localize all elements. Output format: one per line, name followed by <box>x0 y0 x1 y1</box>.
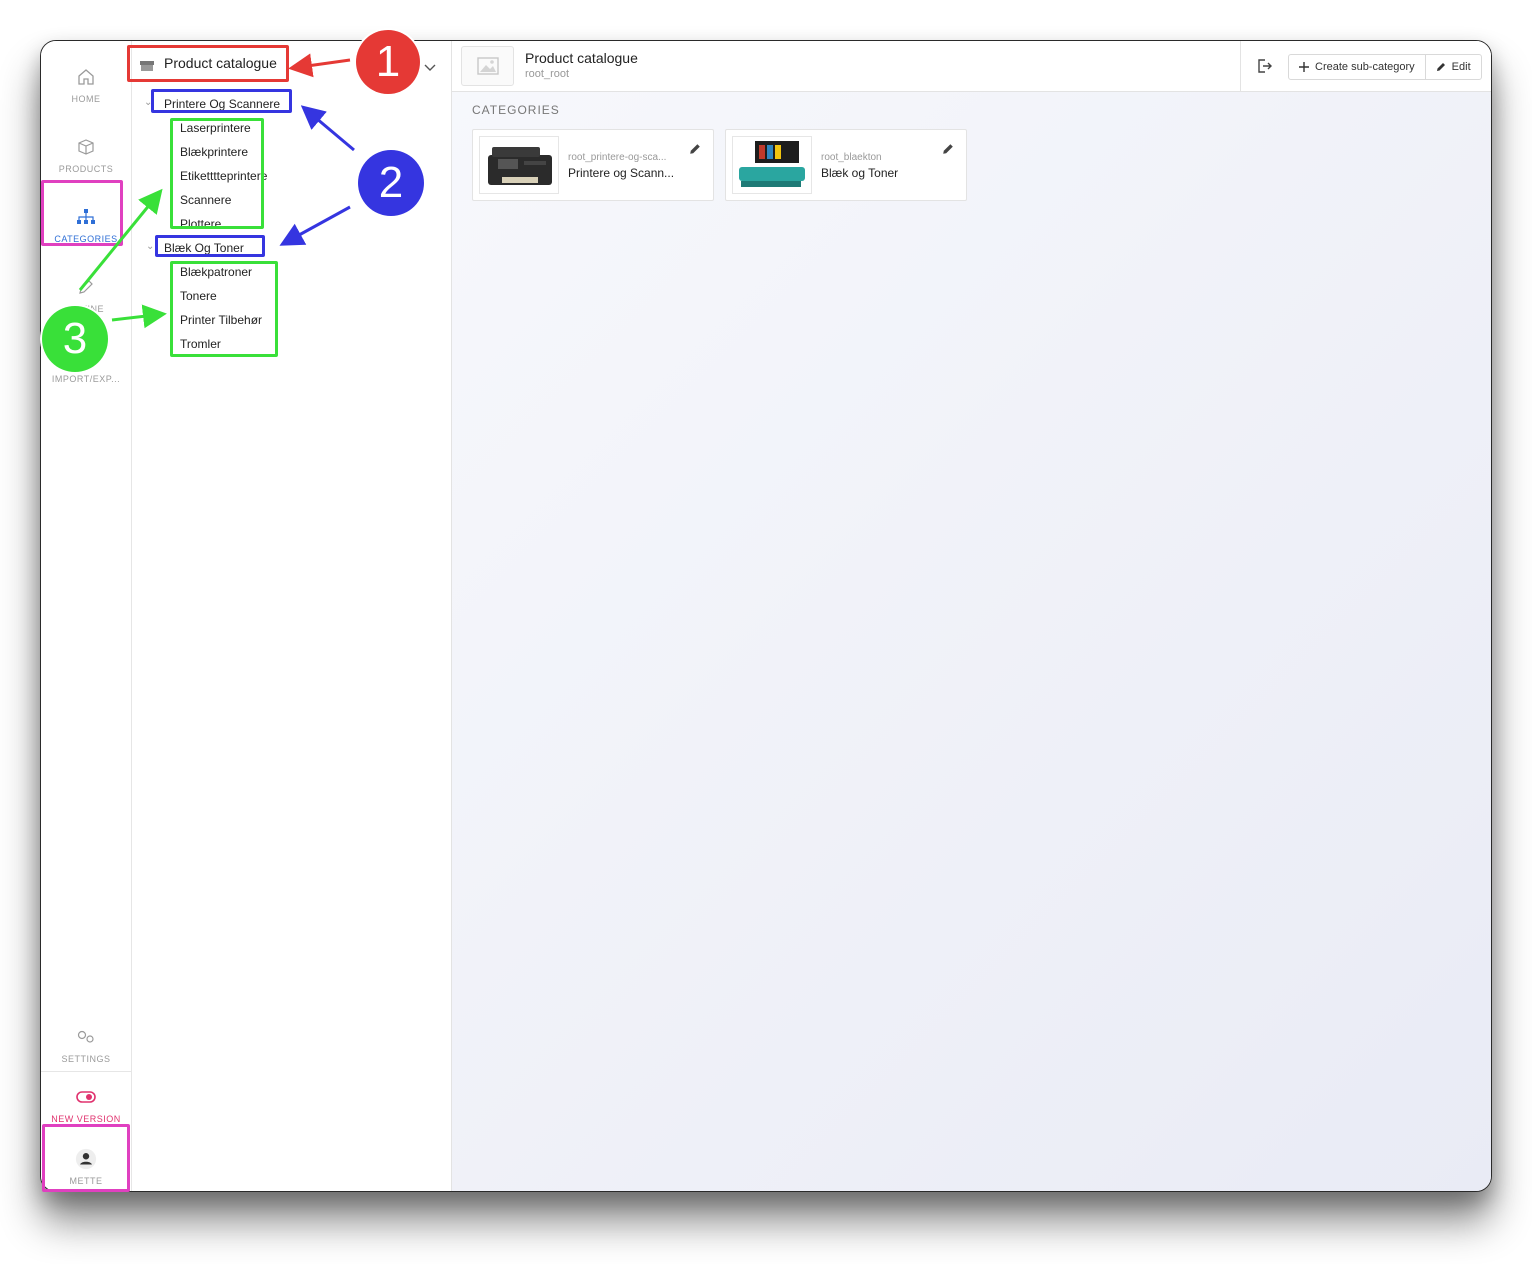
main-content: Product catalogue root_root Create sub-c… <box>452 41 1491 1191</box>
left-rail: HOME PRODUCTS CATEGORIES DEFINE IMPORT/E… <box>41 41 132 1191</box>
plus-icon <box>1299 62 1309 72</box>
rail-define-label: DEFINE <box>67 304 104 314</box>
rail-products-label: PRODUCTS <box>58 164 114 174</box>
category-card[interactable]: root_blaekton Blæk og Toner <box>725 129 967 201</box>
printer-thumbnail <box>479 136 559 194</box>
tree-item[interactable]: Plottere <box>180 217 221 231</box>
card-name: Printere og Scann... <box>568 166 675 180</box>
pencil-icon <box>1436 62 1446 72</box>
image-placeholder <box>461 46 514 86</box>
app-window: HOME PRODUCTS CATEGORIES DEFINE IMPORT/E… <box>40 40 1492 1192</box>
edit-label: Edit <box>1451 61 1471 73</box>
rail-settings[interactable]: SETTINGS <box>41 1013 131 1077</box>
tree-item[interactable]: Etiketttteprintere <box>180 169 267 183</box>
rail-user[interactable]: METTE <box>41 1135 131 1191</box>
tree-item[interactable]: Blækprintere <box>180 145 248 159</box>
tree-root[interactable]: Product catalogue <box>140 55 277 71</box>
create-sub-category-label: Create sub-category <box>1315 61 1415 73</box>
create-sub-category-button[interactable]: Create sub-category <box>1289 55 1425 79</box>
card-code: root_printere-og-sca... <box>568 152 667 163</box>
sign-out-icon <box>1258 59 1272 73</box>
rail-home[interactable]: HOME <box>41 53 131 117</box>
tree-item[interactable]: Printer Tilbehør <box>180 313 262 327</box>
pencil-ruler-icon <box>75 276 97 298</box>
tree-item[interactable]: Tonere <box>180 289 217 303</box>
tree-item[interactable]: Laserprintere <box>180 121 251 135</box>
edit-pencil-icon[interactable] <box>942 142 954 160</box>
rail-categories-label: CATEGORIES <box>54 234 118 244</box>
tree-item[interactable]: Tromler <box>180 337 221 351</box>
home-icon <box>75 66 97 88</box>
card-code: root_blaekton <box>821 152 882 163</box>
gears-icon <box>75 1026 97 1048</box>
toggle-icon <box>75 1086 97 1108</box>
rail-new-version[interactable]: NEW VERSION <box>41 1073 131 1137</box>
rail-home-label: HOME <box>71 94 101 104</box>
rail-user-label: METTE <box>69 1176 103 1186</box>
tree-item[interactable]: Scannere <box>180 193 231 207</box>
rail-settings-label: SETTINGS <box>61 1054 111 1064</box>
box-icon <box>75 136 97 158</box>
edit-button[interactable]: Edit <box>1424 55 1481 79</box>
caret-down-icon[interactable]: ⌄ <box>146 241 154 252</box>
chevron-down-icon[interactable] <box>424 59 436 77</box>
toner-thumbnail <box>732 136 812 194</box>
card-name: Blæk og Toner <box>821 166 899 180</box>
caret-down-icon[interactable]: ⌄ <box>144 97 152 108</box>
rail-define[interactable]: DEFINE <box>41 263 131 327</box>
tree-group-printere[interactable]: Printere Og Scannere <box>164 97 280 111</box>
sitemap-icon <box>75 206 97 228</box>
page-title: Product catalogue <box>525 50 638 66</box>
tree-item[interactable]: Blækpatroner <box>180 265 252 279</box>
header-actions: Create sub-category Edit <box>1288 54 1482 80</box>
tree-root-label: Product catalogue <box>164 55 277 71</box>
rail-categories[interactable]: CATEGORIES <box>41 193 131 257</box>
category-card[interactable]: root_printere-og-sca... Printere og Scan… <box>472 129 714 201</box>
import-export-icon <box>75 346 97 368</box>
avatar-icon <box>75 1148 97 1170</box>
header-divider <box>1240 41 1241 92</box>
catalogue-icon <box>140 58 154 71</box>
exit-button[interactable] <box>1252 55 1276 77</box>
rail-import-export[interactable]: IMPORT/EXP... <box>41 333 131 397</box>
tree-group-blaek[interactable]: Blæk Og Toner <box>164 241 244 255</box>
category-tree: Product catalogue ⌄ Printere Og Scannere… <box>132 41 452 1191</box>
rail-new-version-label: NEW VERSION <box>51 1114 121 1124</box>
page-subtitle: root_root <box>525 68 570 80</box>
rail-divider <box>41 1071 131 1072</box>
rail-import-export-label: IMPORT/EXP... <box>51 374 121 384</box>
edit-pencil-icon[interactable] <box>689 142 701 160</box>
header-bar: Product catalogue root_root Create sub-c… <box>452 41 1491 92</box>
rail-products[interactable]: PRODUCTS <box>41 123 131 187</box>
section-title: CATEGORIES <box>472 103 560 117</box>
